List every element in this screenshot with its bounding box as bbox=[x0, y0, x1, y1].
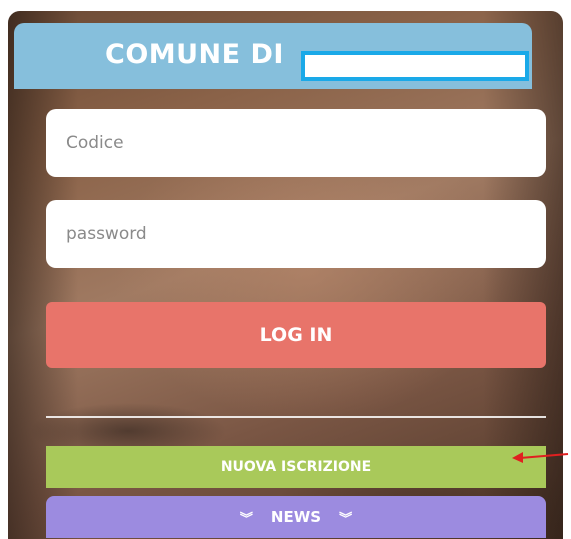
divider bbox=[46, 416, 546, 418]
news-label: NEWS bbox=[270, 508, 322, 526]
password-input[interactable] bbox=[46, 200, 546, 268]
double-chevron-down-icon: ︾ bbox=[239, 511, 253, 527]
new-registration-button[interactable]: NUOVA ISCRIZIONE bbox=[46, 446, 546, 488]
login-panel: COMUNE DI LOG IN NUOVA ISCRIZIONE ︾ NEWS… bbox=[8, 11, 563, 539]
new-registration-label: NUOVA ISCRIZIONE bbox=[220, 459, 372, 475]
double-chevron-down-icon: ︾ bbox=[339, 511, 353, 527]
login-button[interactable]: LOG IN bbox=[46, 302, 546, 368]
municipality-header: COMUNE DI bbox=[14, 23, 532, 89]
login-button-label: LOG IN bbox=[259, 324, 333, 346]
news-button[interactable]: ︾ NEWS ︾ bbox=[46, 496, 546, 538]
municipality-name-box bbox=[301, 51, 529, 81]
code-input[interactable] bbox=[46, 109, 546, 177]
header-title: COMUNE DI bbox=[105, 39, 284, 70]
annotation-arrow bbox=[512, 452, 569, 463]
